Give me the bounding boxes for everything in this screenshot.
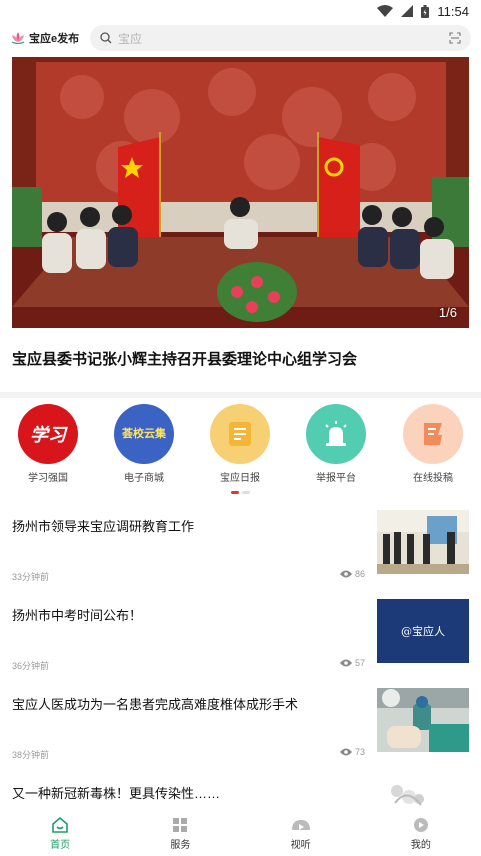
news-item[interactable]: 扬州市中考时间公布！ 36分钟前 57 @宝应人	[0, 599, 481, 696]
quick-nav-label: 学习强国	[28, 473, 68, 484]
section-divider	[0, 392, 481, 398]
virus-photo	[377, 779, 437, 813]
news-title: 扬州市领导来宝应调研教育工作	[12, 519, 195, 534]
newspaper-icon	[210, 404, 270, 464]
view-count: 73	[354, 747, 365, 757]
news-title: 宝应人医成功为一名患者完成高难度椎体成形手术	[12, 697, 299, 712]
home-icon	[52, 817, 68, 833]
search-bar[interactable]: 宝应	[90, 25, 471, 51]
app-name: 宝应e发布	[29, 33, 80, 45]
quick-nav-report[interactable]: 举报平台	[296, 404, 376, 484]
status-bar: 11:54	[0, 0, 481, 22]
news-time: 36分钟前	[12, 661, 50, 671]
hero-carousel[interactable]: 1/6	[12, 57, 469, 328]
news-views: 73	[339, 747, 365, 757]
nav-label: 我的	[410, 840, 431, 851]
nav-label: 首页	[50, 840, 71, 851]
app-logo[interactable]: 宝应e发布	[10, 30, 88, 46]
profile-icon	[413, 818, 428, 832]
study-icon: 学习	[18, 404, 78, 464]
eye-icon	[339, 748, 352, 756]
signal-icon	[401, 5, 414, 17]
meeting-photo	[377, 510, 469, 574]
header: 宝应e发布 宝应	[0, 22, 481, 54]
quick-nav-daily[interactable]: 宝应日报	[200, 404, 280, 484]
quick-nav-label: 在线投稿	[413, 473, 453, 484]
nav-profile[interactable]: 我的	[361, 812, 481, 856]
view-count: 86	[354, 569, 365, 579]
quick-nav-label: 举报平台	[316, 473, 356, 484]
news-item[interactable]: 宝应人医成功为一名患者完成高难度椎体成形手术 38分钟前 73	[0, 688, 481, 785]
news-thumbnail	[377, 779, 437, 813]
view-count: 57	[354, 658, 365, 668]
pager-dot	[242, 491, 250, 494]
news-time: 33分钟前	[12, 572, 50, 582]
quick-nav-mall[interactable]: 荟校云集 电子商城	[104, 404, 184, 484]
nav-label: 服务	[170, 840, 191, 851]
quick-nav-label: 宝应日报	[220, 473, 260, 484]
bottom-nav: 首页 服务 视听 我的	[0, 812, 481, 856]
search-input[interactable]: 宝应	[118, 30, 449, 47]
quick-nav-pager	[231, 491, 250, 494]
quick-nav-study[interactable]: 学习 学习强国	[8, 404, 88, 484]
nav-video[interactable]: 视听	[241, 812, 361, 856]
clock: 11:54	[437, 3, 469, 19]
news-thumbnail	[377, 688, 469, 752]
thumbnail-text: @宝应人	[401, 625, 445, 638]
submit-icon	[403, 404, 463, 464]
carousel-counter: 1/6	[438, 305, 457, 320]
lotus-logo-icon	[11, 32, 25, 44]
news-item[interactable]: 扬州市领导来宝应调研教育工作 33分钟前 86	[0, 510, 481, 607]
nav-home[interactable]: 首页	[0, 812, 120, 856]
news-views: 86	[339, 569, 365, 579]
video-icon	[291, 820, 310, 830]
nav-label: 视听	[290, 840, 311, 851]
eye-icon	[339, 570, 352, 578]
quick-nav-submit[interactable]: 在线投稿	[393, 404, 473, 484]
news-thumbnail: @宝应人	[377, 599, 469, 663]
news-thumbnail	[377, 510, 469, 574]
wifi-icon	[377, 5, 394, 17]
mall-icon: 荟校云集	[114, 404, 174, 464]
hero-title[interactable]: 宝应县委书记张小辉主持召开县委理论中心组学习会	[12, 348, 469, 369]
battery-icon	[421, 4, 430, 18]
search-icon	[100, 32, 112, 44]
surgery-photo	[377, 688, 469, 752]
news-title: 扬州市中考时间公布！	[12, 608, 143, 623]
news-title: 又一种新冠新毒株！更具传染性……	[12, 786, 221, 801]
hero-meeting-photo	[12, 57, 469, 328]
quick-nav: 学习 学习强国 荟校云集 电子商城 宝应日报 举报平台 在线投稿	[0, 404, 481, 484]
services-icon	[173, 818, 188, 832]
quick-nav-label: 电子商城	[124, 473, 164, 484]
alarm-icon	[306, 404, 366, 464]
pager-dot-active	[231, 491, 239, 494]
news-time: 38分钟前	[12, 750, 50, 760]
nav-services[interactable]: 服务	[120, 812, 240, 856]
eye-icon	[339, 659, 352, 667]
news-views: 57	[339, 658, 365, 668]
scan-icon[interactable]	[449, 32, 461, 44]
